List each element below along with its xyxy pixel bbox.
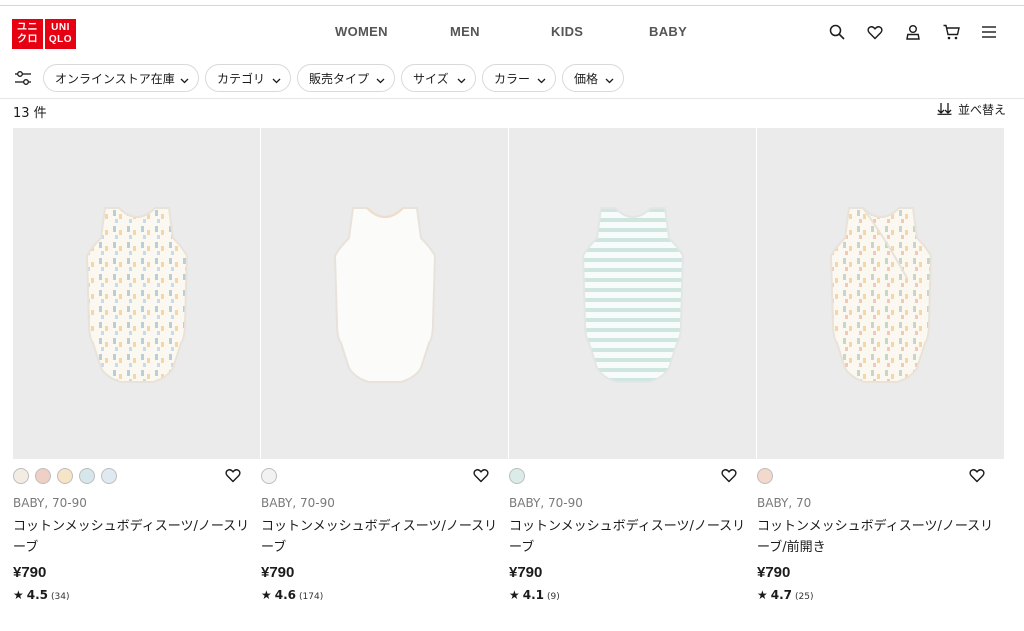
heart-icon[interactable]: [721, 468, 737, 484]
product-meta: BABY, 70-90: [509, 496, 583, 510]
menu-icon[interactable]: [980, 23, 998, 41]
filter-label: 価格: [574, 71, 599, 86]
chevron-down-icon: [605, 74, 614, 84]
filter-category[interactable]: カテゴリ: [205, 64, 291, 92]
chevron-down-icon: [537, 74, 546, 84]
color-swatch[interactable]: [509, 468, 525, 484]
product-card[interactable]: BABY, 70-90 コットンメッシュボディスーツ/ノースリーブ ¥790 ★…: [261, 128, 508, 602]
account-icon[interactable]: [904, 23, 922, 41]
product-price: ¥790: [509, 564, 543, 581]
uniqlo-logo[interactable]: ユニ クロ UNI QLO: [12, 19, 76, 49]
color-swatch[interactable]: [757, 468, 773, 484]
filter-label: サイズ: [413, 71, 449, 86]
product-card[interactable]: BABY, 70 コットンメッシュボディスーツ/ノースリーブ/前開き ¥790 …: [757, 128, 1004, 602]
header-icons: [828, 23, 998, 41]
rating-score: 4.1: [522, 588, 545, 602]
cart-icon[interactable]: [942, 23, 960, 41]
product-rating: ★ 4.6 (174): [261, 588, 323, 602]
chevron-down-icon: [180, 74, 189, 84]
sort-label: 並べ替え: [957, 103, 1006, 117]
nav-baby[interactable]: BABY: [649, 24, 687, 39]
color-swatch[interactable]: [261, 468, 277, 484]
product-image[interactable]: [757, 128, 1004, 459]
rating-score: 4.5: [26, 588, 49, 602]
color-swatches: [509, 468, 525, 484]
product-meta: BABY, 70-90: [261, 496, 335, 510]
product-name[interactable]: コットンメッシュボディスーツ/ノースリーブ: [261, 516, 501, 558]
filter-label: オンラインストア在庫: [55, 71, 175, 86]
product-rating: ★ 4.7 (25): [757, 588, 814, 602]
star-icon: ★: [261, 588, 272, 602]
logo-katakana: ユニ クロ: [12, 19, 43, 49]
filter-size[interactable]: サイズ: [401, 64, 476, 92]
star-icon: ★: [509, 588, 520, 602]
product-image[interactable]: [509, 128, 756, 459]
product-price: ¥790: [757, 564, 791, 581]
product-image[interactable]: [13, 128, 260, 459]
filter-divider: [0, 98, 1024, 99]
site-header: ユニ クロ UNI QLO WOMEN MEN KIDS BABY: [0, 6, 1024, 62]
rating-score: 4.6: [274, 588, 297, 602]
heart-icon[interactable]: [969, 468, 985, 484]
search-icon[interactable]: [828, 23, 846, 41]
filter-label: 販売タイプ: [309, 71, 370, 86]
filter-bar: オンラインストア在庫 カテゴリ 販売タイプ サイズ カラー 価格: [0, 64, 1024, 92]
filter-settings-icon[interactable]: [14, 70, 32, 86]
product-rating: ★ 4.5 (34): [13, 588, 70, 602]
product-name[interactable]: コットンメッシュボディスーツ/ノースリーブ: [13, 516, 253, 558]
star-icon: ★: [13, 588, 24, 602]
review-count: (25): [795, 592, 814, 602]
star-icon: ★: [757, 588, 768, 602]
product-meta: BABY, 70-90: [13, 496, 87, 510]
filter-sales-type[interactable]: 販売タイプ: [297, 64, 395, 92]
color-swatches: [261, 468, 277, 484]
logo-latin: UNI QLO: [45, 19, 76, 49]
sort-icon: [937, 102, 952, 118]
nav-men[interactable]: MEN: [450, 24, 480, 39]
product-price: ¥790: [261, 564, 295, 581]
color-swatch[interactable]: [13, 468, 29, 484]
color-swatch[interactable]: [79, 468, 95, 484]
heart-icon[interactable]: [225, 468, 241, 484]
color-swatches: [13, 468, 117, 484]
filter-color[interactable]: カラー: [482, 64, 556, 92]
filter-label: カラー: [494, 71, 531, 86]
product-meta: BABY, 70: [757, 496, 812, 510]
color-swatch[interactable]: [35, 468, 51, 484]
review-count: (9): [547, 592, 560, 602]
chevron-down-icon: [376, 74, 385, 84]
product-price: ¥790: [13, 564, 47, 581]
review-count: (174): [299, 592, 324, 602]
review-count: (34): [51, 592, 70, 602]
rating-score: 4.7: [770, 588, 793, 602]
product-name[interactable]: コットンメッシュボディスーツ/ノースリーブ: [509, 516, 749, 558]
product-rating: ★ 4.1 (9): [509, 588, 560, 602]
product-image[interactable]: [261, 128, 508, 459]
nav-kids[interactable]: KIDS: [551, 24, 583, 39]
color-swatch[interactable]: [57, 468, 73, 484]
color-swatch[interactable]: [101, 468, 117, 484]
chevron-down-icon: [457, 74, 466, 84]
color-swatches: [757, 468, 773, 484]
filter-price[interactable]: 価格: [562, 64, 624, 92]
heart-icon[interactable]: [866, 23, 884, 41]
product-card[interactable]: BABY, 70-90 コットンメッシュボディスーツ/ノースリーブ ¥790 ★…: [509, 128, 756, 602]
heart-icon[interactable]: [473, 468, 489, 484]
chevron-down-icon: [272, 74, 281, 84]
filter-online-stock[interactable]: オンラインストア在庫: [43, 64, 199, 92]
result-count: 13 件: [13, 106, 47, 121]
sort-button[interactable]: 並べ替え: [937, 101, 1006, 118]
product-card[interactable]: BABY, 70-90 コットンメッシュボディスーツ/ノースリーブ ¥790 ★…: [13, 128, 260, 602]
filter-label: カテゴリ: [217, 71, 266, 86]
product-name[interactable]: コットンメッシュボディスーツ/ノースリーブ/前開き: [757, 516, 997, 558]
nav-women[interactable]: WOMEN: [335, 24, 388, 39]
